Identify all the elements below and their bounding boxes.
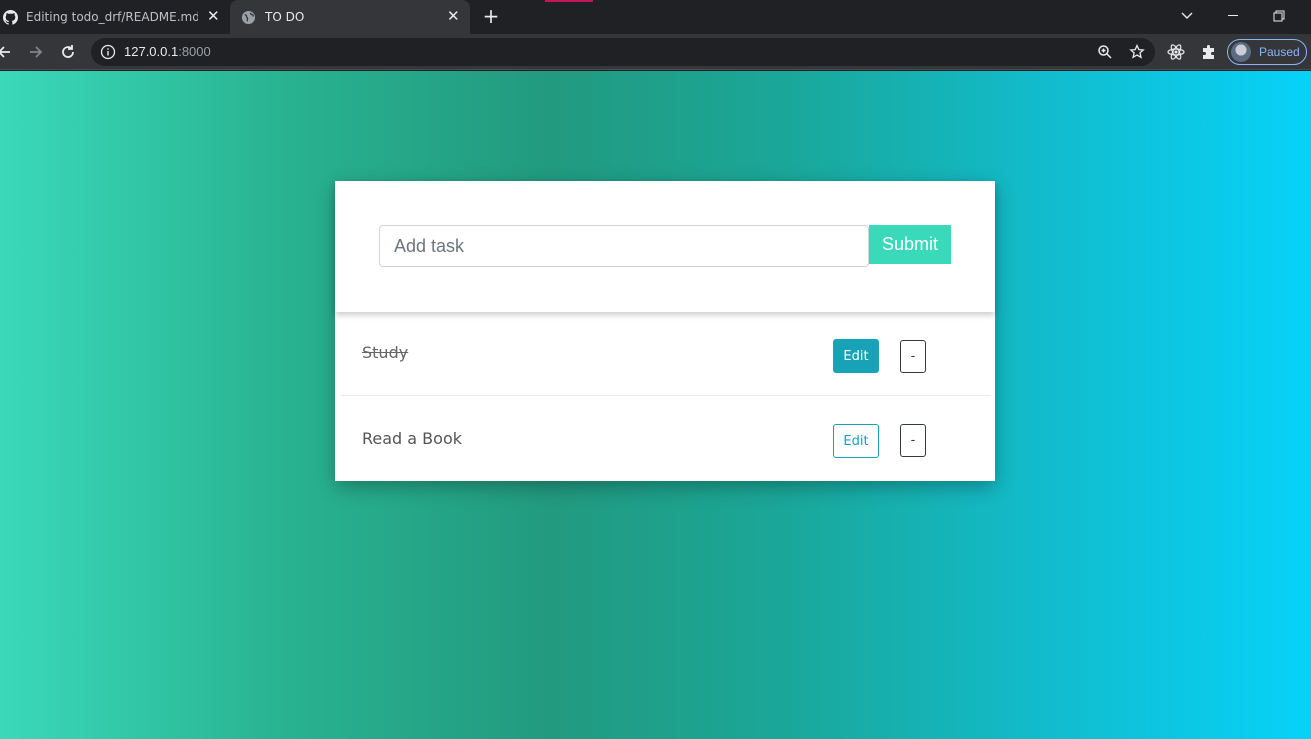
zoom-icon[interactable] bbox=[1097, 44, 1113, 60]
tab-title: TO DO bbox=[265, 10, 305, 24]
url-text[interactable]: 127.0.0.1:8000 bbox=[124, 44, 211, 60]
extensions-puzzle-icon[interactable] bbox=[1200, 43, 1218, 61]
info-icon[interactable] bbox=[100, 44, 116, 60]
profile-button[interactable]: Paused bbox=[1227, 39, 1307, 65]
edit-button[interactable]: Edit bbox=[833, 339, 879, 373]
todo-card: Submit Study Edit - Read a Book Edit - bbox=[335, 181, 995, 481]
tab-title: Editing todo_drf/README.md at bbox=[26, 10, 198, 24]
task-title-completed[interactable]: Study bbox=[362, 343, 408, 362]
new-tab-button[interactable]: + bbox=[481, 6, 501, 26]
globe-icon bbox=[241, 10, 256, 25]
url-host: 127.0.0.1 bbox=[124, 44, 179, 59]
tab-group-indicator bbox=[545, 0, 593, 2]
delete-button[interactable]: - bbox=[900, 340, 926, 373]
bookmark-star-icon[interactable] bbox=[1129, 44, 1145, 60]
task-row: Study Edit - bbox=[341, 312, 991, 396]
edit-button[interactable]: Edit bbox=[833, 424, 879, 458]
forward-arrow-icon[interactable] bbox=[26, 42, 46, 62]
submit-button[interactable]: Submit bbox=[869, 225, 951, 264]
add-task-input[interactable] bbox=[379, 225, 869, 267]
profile-status-label: Paused bbox=[1259, 45, 1300, 59]
tab-github[interactable]: Editing todo_drf/README.md at ✕ bbox=[0, 0, 228, 34]
github-icon bbox=[3, 10, 18, 25]
task-form: Submit bbox=[335, 181, 995, 312]
close-tab-icon[interactable]: ✕ bbox=[207, 9, 220, 24]
task-title[interactable]: Read a Book bbox=[362, 429, 462, 448]
reload-icon[interactable] bbox=[58, 42, 78, 62]
react-devtools-icon[interactable] bbox=[1167, 43, 1185, 61]
minimize-icon[interactable] bbox=[1223, 7, 1243, 25]
address-bar[interactable]: 127.0.0.1:8000 bbox=[91, 38, 1155, 66]
restore-icon[interactable] bbox=[1269, 7, 1289, 25]
browser-toolbar: 127.0.0.1:8000 Paused bbox=[0, 34, 1311, 70]
task-row: Read a Book Edit - bbox=[341, 396, 991, 480]
back-arrow-icon[interactable] bbox=[0, 42, 14, 62]
url-port: :8000 bbox=[178, 44, 211, 59]
avatar bbox=[1231, 42, 1251, 62]
tab-strip: Editing todo_drf/README.md at ✕ TO DO ✕ … bbox=[0, 0, 1311, 34]
page-viewport: Submit Study Edit - Read a Book Edit - bbox=[0, 71, 1311, 739]
tab-todo[interactable]: TO DO ✕ bbox=[230, 0, 470, 34]
close-tab-icon[interactable]: ✕ bbox=[447, 9, 460, 24]
tab-search-chevron-icon[interactable] bbox=[1177, 7, 1197, 25]
delete-button[interactable]: - bbox=[900, 424, 926, 457]
